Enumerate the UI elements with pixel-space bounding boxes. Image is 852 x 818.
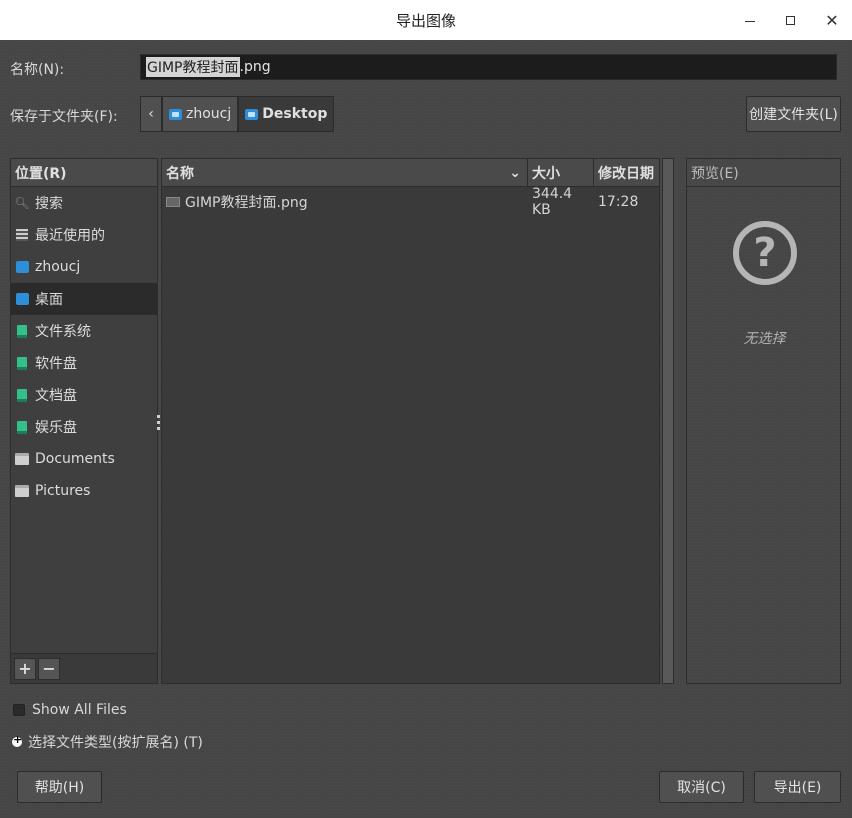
file-list: 名称 ⌄ 大小 修改日期 GIMP教程封面.png 344.4 KB 17:28 <box>161 158 660 684</box>
maximize-button[interactable] <box>780 10 800 30</box>
place-desktop[interactable]: 桌面 <box>11 283 157 315</box>
place-label: Pictures <box>35 483 91 499</box>
image-file-icon <box>166 197 180 207</box>
desktop-folder-icon <box>15 293 29 305</box>
file-list-header: 名称 ⌄ 大小 修改日期 <box>162 159 659 187</box>
place-label: 文件系统 <box>35 324 91 340</box>
save-in-label: 保存于文件夹(F): <box>10 109 118 125</box>
preview-empty-text: 无选择 <box>743 331 786 347</box>
table-row[interactable]: GIMP教程封面.png 344.4 KB 17:28 <box>162 186 659 218</box>
place-documents-drive[interactable]: 文档盘 <box>11 379 157 411</box>
place-pictures[interactable]: Pictures <box>11 475 157 507</box>
file-name-cell: GIMP教程封面.png <box>162 187 528 217</box>
place-search[interactable]: 🔍︎ 搜索 <box>11 187 157 219</box>
show-all-files-option[interactable]: Show All Files <box>13 702 127 718</box>
question-mark-icon: ? <box>733 221 797 285</box>
column-header-date[interactable]: 修改日期 <box>594 159 659 186</box>
filename-input[interactable]: GIMP教程封面 .png <box>140 54 837 80</box>
place-label: 文档盘 <box>35 388 77 404</box>
file-type-expander[interactable]: 选择文件类型(按扩展名) (T) <box>12 732 203 752</box>
minimize-icon <box>745 20 755 22</box>
close-button[interactable]: ✕ <box>822 10 842 30</box>
drive-icon <box>17 356 27 370</box>
column-header-size[interactable]: 大小 <box>528 159 594 186</box>
show-all-files-checkbox[interactable] <box>13 704 25 716</box>
expander-plus-icon <box>12 733 22 747</box>
maximize-icon <box>785 15 795 25</box>
places-header: 位置(R) <box>11 159 157 187</box>
place-software-drive[interactable]: 软件盘 <box>11 347 157 379</box>
file-type-label: 选择文件类型(按扩展名) (T) <box>28 735 203 751</box>
pane-resize-handle[interactable] <box>157 415 160 433</box>
place-label: 最近使用的 <box>35 228 105 244</box>
preview-header: 预览(E) <box>687 159 840 187</box>
preview-panel: 预览(E) ? 无选择 <box>686 158 841 684</box>
place-label: 软件盘 <box>35 356 77 372</box>
chevron-left-icon: ‹ <box>148 106 154 122</box>
name-label: 名称(N): <box>10 62 65 78</box>
place-documents[interactable]: Documents <box>11 443 157 475</box>
folder-icon <box>15 453 29 465</box>
path-bar: ‹ zhoucj Desktop <box>140 96 335 132</box>
drive-icon <box>17 324 27 338</box>
show-all-files-label: Show All Files <box>32 702 127 718</box>
places-panel: 位置(R) 🔍︎ 搜索 最近使用的 zhoucj 桌面 文件系统 软件盘 文档盘 <box>10 158 158 684</box>
window-title: 导出图像 <box>395 11 456 30</box>
path-button-label: zhoucj <box>186 106 232 122</box>
path-button-home[interactable]: zhoucj <box>162 96 239 132</box>
help-button[interactable]: 帮助(H) <box>17 771 102 803</box>
drive-icon <box>17 388 27 402</box>
path-button-desktop[interactable]: Desktop <box>238 96 335 132</box>
filename-selected-text: GIMP教程封面 <box>146 57 240 77</box>
chevron-down-icon: ⌄ <box>509 164 521 181</box>
title-bar: 导出图像 ✕ <box>0 0 852 40</box>
home-folder-icon <box>15 261 29 273</box>
place-label: 桌面 <box>35 292 63 308</box>
close-icon: ✕ <box>825 10 839 30</box>
path-button-label: Desktop <box>262 106 328 122</box>
place-label: zhoucj <box>35 259 81 275</box>
add-bookmark-button[interactable]: + <box>14 657 36 680</box>
cancel-button[interactable]: 取消(C) <box>659 771 744 803</box>
place-home[interactable]: zhoucj <box>11 251 157 283</box>
place-entertainment-drive[interactable]: 娱乐盘 <box>11 411 157 443</box>
export-button[interactable]: 导出(E) <box>754 771 841 803</box>
place-filesystem[interactable]: 文件系统 <box>11 315 157 347</box>
minimize-button[interactable] <box>740 10 760 30</box>
column-header-name[interactable]: 名称 ⌄ <box>162 159 528 186</box>
folder-icon <box>15 485 29 497</box>
file-list-scrollbar[interactable] <box>662 158 674 684</box>
create-folder-button[interactable]: 创建文件夹(L) <box>746 96 841 132</box>
place-label: Documents <box>35 451 115 467</box>
home-folder-icon <box>169 108 182 120</box>
file-size-cell: 344.4 KB <box>532 186 573 218</box>
file-date-cell: 17:28 <box>598 194 639 210</box>
recent-icon <box>16 229 28 241</box>
remove-bookmark-button[interactable]: − <box>38 657 60 680</box>
path-back-button[interactable]: ‹ <box>140 96 162 132</box>
drive-icon <box>17 420 27 434</box>
desktop-folder-icon <box>245 108 259 120</box>
place-label: 娱乐盘 <box>35 420 77 436</box>
search-icon: 🔍︎ <box>14 196 30 210</box>
places-footer: + − <box>11 653 157 683</box>
filename-extension: .png <box>239 59 271 75</box>
place-recent[interactable]: 最近使用的 <box>11 219 157 251</box>
export-dialog: 名称(N): GIMP教程封面 .png 保存于文件夹(F): ‹ zhoucj … <box>0 40 852 818</box>
place-label: 搜索 <box>35 196 63 212</box>
